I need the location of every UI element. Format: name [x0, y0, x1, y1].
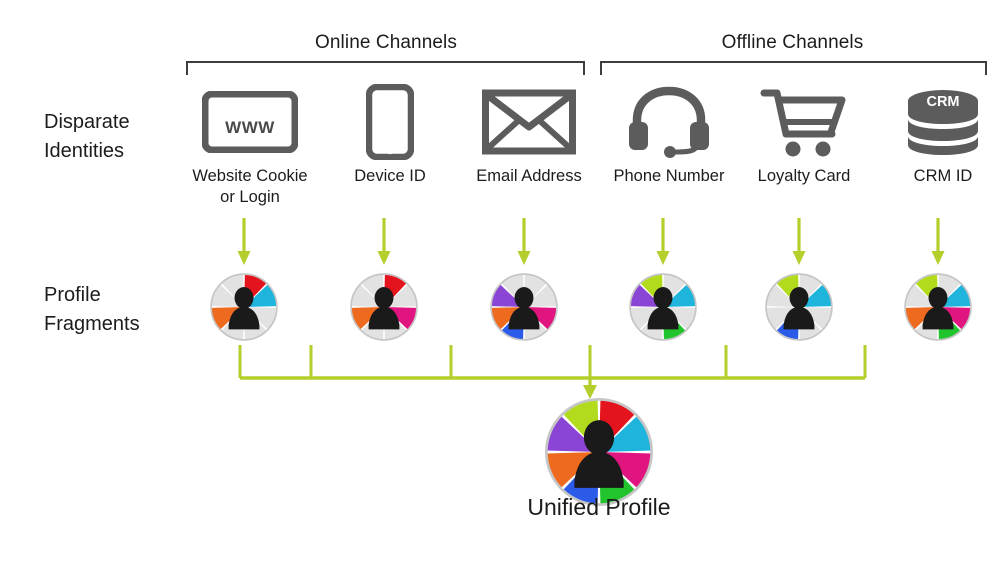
row-label-disparate-identities: Disparate Identities [44, 111, 130, 162]
group-label-offline: Offline Channels [721, 32, 864, 53]
fragment-phone-chart[interactable] [628, 272, 698, 342]
envelope-icon [464, 82, 594, 162]
channel-caption-device: Device ID [354, 167, 426, 185]
fragment-phone[interactable] [628, 272, 698, 342]
arrow-phone-to-fragment [656, 218, 670, 265]
fragment-website-chart[interactable] [209, 272, 279, 342]
unified-profile-caption: Unified Profile [527, 494, 671, 520]
channel-caption-email: Email Address [476, 167, 582, 185]
browser-www-text: WWW [225, 118, 275, 137]
arrow-crm-to-fragment [931, 218, 945, 265]
fragment-loyalty-chart[interactable] [764, 272, 834, 342]
fragment-email[interactable] [489, 272, 559, 342]
channel-phone[interactable]: Phone Number [604, 82, 734, 187]
diagram-canvas: Online Channels Offline Channels Dispara… [0, 0, 999, 562]
database-crm-icon: CRM [878, 82, 999, 162]
smartphone-icon [325, 82, 455, 162]
channel-caption-crm: CRM ID [913, 167, 973, 185]
fragment-crm[interactable] [903, 272, 973, 342]
channel-device[interactable]: Device ID [325, 82, 455, 187]
unified-profile[interactable] [543, 396, 655, 508]
row-label-profile-fragments: Profile Fragments [44, 284, 140, 335]
fragment-device-chart[interactable] [349, 272, 419, 342]
unified-profile-chart[interactable] [543, 396, 655, 508]
browser-www-icon: WWW [185, 82, 315, 162]
arrow-website-to-fragment [237, 218, 251, 265]
group-bracket-online [186, 61, 585, 75]
group-bracket-offline [600, 61, 987, 75]
channel-email[interactable]: Email Address [464, 82, 594, 187]
channel-caption-website: Website Cookie or Login [192, 167, 308, 206]
group-label-online: Online Channels [315, 32, 457, 53]
fragment-email-chart[interactable] [489, 272, 559, 342]
channel-website[interactable]: WWW Website Cookie or Login [185, 82, 315, 208]
fragment-device[interactable] [349, 272, 419, 342]
fragment-crm-chart[interactable] [903, 272, 973, 342]
fragment-loyalty[interactable] [764, 272, 834, 342]
headset-icon [604, 82, 734, 162]
channel-caption-phone: Phone Number [613, 167, 725, 185]
fragment-website[interactable] [209, 272, 279, 342]
merge-connector [238, 345, 867, 399]
arrow-loyalty-to-fragment [792, 218, 806, 265]
channel-loyalty[interactable]: Loyalty Card [739, 82, 869, 187]
channel-caption-loyalty: Loyalty Card [757, 167, 851, 185]
arrow-email-to-fragment [517, 218, 531, 265]
database-crm-text: CRM [926, 94, 959, 110]
arrow-device-to-fragment [377, 218, 391, 265]
channel-crm[interactable]: CRM CRM ID [878, 82, 999, 187]
shopping-cart-icon [739, 82, 869, 162]
